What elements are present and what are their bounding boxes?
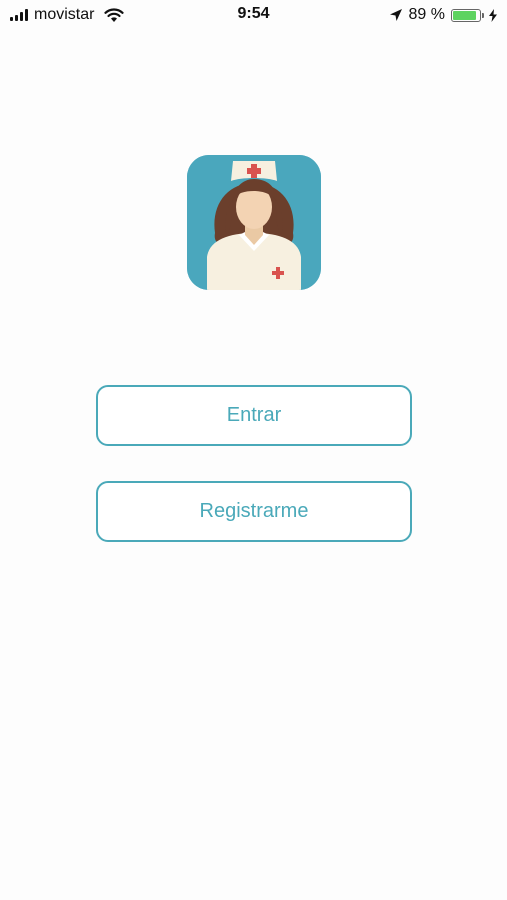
login-button[interactable]: Entrar	[96, 385, 412, 446]
location-arrow-icon	[389, 9, 402, 21]
app-logo	[187, 155, 321, 290]
login-button-label: Entrar	[226, 404, 282, 426]
status-bar: movistar 9:54 89 %	[0, 0, 507, 30]
battery-percent: 89 %	[408, 6, 445, 23]
battery-icon	[451, 8, 484, 22]
register-button[interactable]: Registrarme	[96, 481, 412, 542]
charging-bolt-icon	[489, 8, 497, 22]
register-button-label: Registrarme	[199, 500, 309, 522]
status-bar-right: 89 %	[389, 6, 497, 24]
screen: movistar 9:54 89 % Entrar Registrarme	[0, 0, 507, 900]
battery-level-fill	[453, 10, 477, 20]
nurse-avatar-icon	[187, 155, 321, 290]
